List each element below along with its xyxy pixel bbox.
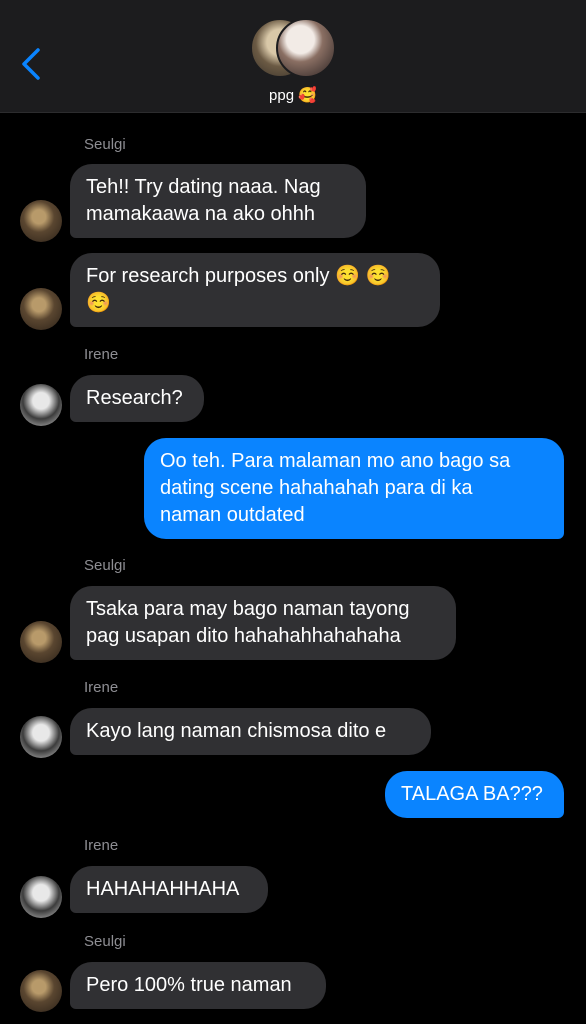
back-button[interactable]	[18, 46, 44, 82]
message-bubble[interactable]: TALAGA BA???	[385, 771, 564, 818]
message-bubble[interactable]: For research purposes only ☺️ ☺️ ☺️	[70, 253, 440, 327]
sender-name: Seulgi	[84, 136, 126, 153]
group-name: ppg	[269, 87, 295, 104]
group-member-avatar	[276, 18, 336, 78]
group-avatar[interactable]	[250, 18, 338, 78]
message-bubble[interactable]: Pero 100% true naman	[70, 962, 326, 1009]
sender-name: Seulgi	[84, 557, 126, 574]
message-bubble[interactable]: HAHAHAHHAHA	[70, 866, 268, 913]
avatar[interactable]	[20, 876, 62, 918]
sender-name: Irene	[84, 679, 119, 696]
group-emoji: 🥰	[298, 87, 317, 104]
group-title[interactable]: ppg 🥰	[0, 86, 586, 104]
avatar[interactable]	[20, 384, 62, 426]
message-bubble[interactable]: Teh!! Try dating naaa. Nag mamakaawa na …	[70, 164, 366, 238]
message-bubble[interactable]: Oo teh. Para malaman mo ano bago sa dati…	[144, 438, 564, 539]
chevron-left-icon	[22, 48, 40, 80]
sender-name: Seulgi	[84, 933, 126, 950]
avatar[interactable]	[20, 970, 62, 1012]
sender-name: Irene	[84, 837, 119, 854]
avatar[interactable]	[20, 621, 62, 663]
message-bubble[interactable]: Kayo lang naman chismosa dito e	[70, 708, 431, 755]
message-bubble[interactable]: Tsaka para may bago naman tayong pag usa…	[70, 586, 456, 660]
avatar[interactable]	[20, 716, 62, 758]
avatar[interactable]	[20, 200, 62, 242]
message-bubble[interactable]: Research?	[70, 375, 204, 422]
chat-header: ppg 🥰	[0, 0, 586, 113]
avatar[interactable]	[20, 288, 62, 330]
sender-name: Irene	[84, 346, 119, 363]
